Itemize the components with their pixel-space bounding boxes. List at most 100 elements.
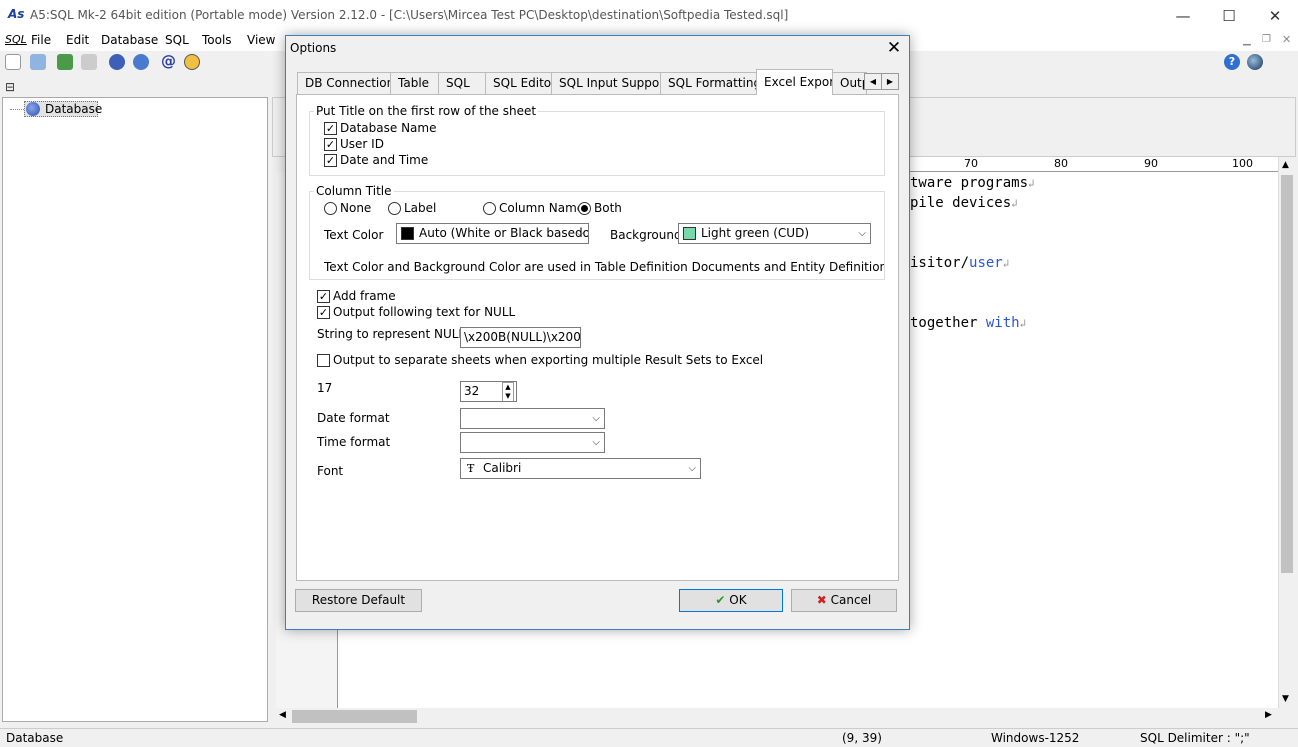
- ruler-tick: 80: [1054, 157, 1068, 170]
- column-title-group-label: Column Title: [314, 184, 394, 198]
- database-tree-panel: [2, 97, 268, 722]
- maximize-button[interactable]: ☐: [1206, 0, 1252, 31]
- scroll-left-icon[interactable]: ◀: [279, 710, 286, 720]
- spin-input[interactable]: 32 ▲ ▼: [460, 381, 517, 402]
- background-color-swatch: [683, 227, 696, 240]
- scroll-down-icon[interactable]: ▼: [1282, 694, 1289, 704]
- export-icon[interactable]: [57, 54, 73, 70]
- output-null-checkbox[interactable]: ✓: [317, 306, 330, 319]
- add-frame-checkbox[interactable]: ✓: [317, 290, 330, 303]
- separate-sheets-checkbox[interactable]: [317, 354, 330, 367]
- chevron-down-icon: ⌵: [592, 413, 600, 424]
- code-line: tware programs↲: [910, 175, 1035, 191]
- spin-label: 17: [317, 381, 333, 395]
- code-line: isitor/user↲: [910, 255, 1010, 271]
- cancel-button-label: Cancel: [830, 593, 872, 607]
- cross-icon: ✖: [816, 593, 827, 607]
- status-delimiter: SQL Delimiter : ";": [1140, 731, 1250, 745]
- tab-sql[interactable]: SQL: [438, 72, 486, 94]
- tree-toggle-icon[interactable]: ⊟: [5, 80, 15, 94]
- at-icon[interactable]: @: [161, 52, 176, 70]
- radio-none[interactable]: [324, 202, 337, 215]
- user-id-checkbox[interactable]: ✓: [324, 138, 337, 151]
- new-file-icon[interactable]: [5, 54, 21, 70]
- window-title: A5:SQL Mk-2 64bit edition (Portable mode…: [30, 8, 789, 22]
- background-color-select[interactable]: Light green (CUD) ⌵: [678, 223, 871, 244]
- text-color-value: Auto (White or Black basedo: [419, 226, 589, 240]
- mdi-minimize-icon[interactable]: ▁: [1243, 35, 1251, 46]
- date-time-checkbox[interactable]: ✓: [324, 154, 337, 167]
- ruler-tick: 100: [1232, 157, 1253, 170]
- title-group-label: Put Title on the first row of the sheet: [314, 104, 539, 118]
- restore-default-button[interactable]: Restore Default: [295, 589, 422, 612]
- truetype-font-icon: Ŧ: [467, 462, 475, 475]
- globe-icon[interactable]: [1247, 54, 1263, 70]
- help-icon[interactable]: ?: [1224, 54, 1240, 70]
- spin-arrows-icon[interactable]: ▲ ▼: [502, 382, 514, 401]
- menu-tools[interactable]: Tools: [202, 33, 232, 47]
- radio-label-label: Label: [404, 201, 437, 215]
- database-icon[interactable]: [109, 54, 125, 70]
- radio-label[interactable]: [388, 202, 401, 215]
- tab-sql-formatting[interactable]: SQL Formatting: [660, 72, 757, 94]
- font-select[interactable]: Ŧ Calibri ⌵: [460, 458, 701, 479]
- font-label: Font: [317, 464, 344, 478]
- menu-sql[interactable]: SQL: [165, 33, 189, 47]
- null-string-input[interactable]: \x200B(NULL)\x200B: [460, 327, 581, 348]
- chevron-down-icon: ⌵: [688, 463, 696, 474]
- ok-button-label: OK: [729, 593, 747, 607]
- database-name-checkbox[interactable]: ✓: [324, 122, 337, 135]
- add-frame-label: Add frame: [333, 289, 396, 303]
- chevron-down-icon: ⌵: [858, 228, 866, 239]
- user-id-label: User ID: [340, 137, 384, 151]
- tab-scroll-left-icon[interactable]: ◀: [864, 73, 882, 90]
- open-file-icon[interactable]: [30, 54, 46, 70]
- scroll-right-icon[interactable]: ▶: [1265, 710, 1272, 720]
- clock-icon[interactable]: [184, 54, 200, 70]
- menu-view[interactable]: View: [247, 33, 275, 47]
- chevron-down-icon: ⌵: [592, 437, 600, 448]
- tab-excel-export[interactable]: Excel Export: [756, 69, 833, 95]
- app-logo-icon: As: [8, 7, 25, 21]
- sql-menu-logo[interactable]: SQL: [5, 33, 27, 46]
- menu-database[interactable]: Database: [101, 33, 158, 47]
- horizontal-scroll-thumb[interactable]: [292, 710, 417, 723]
- minimize-button[interactable]: —: [1160, 0, 1206, 31]
- database-node-icon: [26, 102, 40, 116]
- cancel-button[interactable]: ✖ Cancel: [791, 589, 897, 612]
- horizontal-scrollbar[interactable]: [276, 708, 1278, 725]
- status-bar: [0, 728, 1298, 747]
- separate-sheets-label: Output to separate sheets when exporting…: [333, 353, 764, 367]
- ok-button[interactable]: ✔ OK: [679, 589, 783, 612]
- radio-column-name[interactable]: [483, 202, 496, 215]
- tab-output[interactable]: Outp: [832, 72, 867, 94]
- date-format-select[interactable]: ⌵: [460, 408, 605, 429]
- tab-sql-input-support[interactable]: SQL Input Support: [551, 72, 661, 94]
- text-color-select[interactable]: Auto (White or Black basedo ⌵: [396, 223, 589, 244]
- chevron-down-icon: ⌵: [576, 228, 584, 239]
- tab-scroll-right-icon[interactable]: ▶: [881, 73, 899, 90]
- close-button[interactable]: ✕: [1252, 0, 1298, 31]
- time-format-select[interactable]: ⌵: [460, 432, 605, 453]
- tab-table[interactable]: Table: [390, 72, 439, 94]
- code-line: together with↲: [910, 315, 1027, 331]
- status-database: Database: [6, 731, 64, 745]
- spin-value: 32: [464, 384, 480, 398]
- menu-edit[interactable]: Edit: [66, 33, 89, 47]
- tab-db-connection[interactable]: DB Connection: [297, 72, 391, 94]
- mdi-restore-icon[interactable]: ❐: [1262, 34, 1271, 45]
- time-format-label: Time format: [317, 435, 391, 449]
- radio-both[interactable]: [578, 202, 591, 215]
- background-color-value: Light green (CUD): [701, 226, 809, 240]
- settings-icon[interactable]: [133, 54, 149, 70]
- copy-icon[interactable]: [81, 54, 97, 70]
- tab-sql-editor[interactable]: SQL Editor: [485, 72, 552, 94]
- text-color-swatch: [401, 227, 414, 240]
- color-usage-note: Text Color and Background Color are used…: [324, 260, 884, 274]
- vertical-scroll-thumb[interactable]: [1281, 175, 1293, 573]
- dialog-close-button[interactable]: ✕: [884, 38, 904, 58]
- radio-none-label: None: [340, 201, 372, 215]
- menu-file[interactable]: File: [31, 33, 51, 47]
- mdi-close-icon[interactable]: ✕: [1282, 33, 1291, 46]
- scroll-up-icon[interactable]: ▲: [1282, 160, 1289, 170]
